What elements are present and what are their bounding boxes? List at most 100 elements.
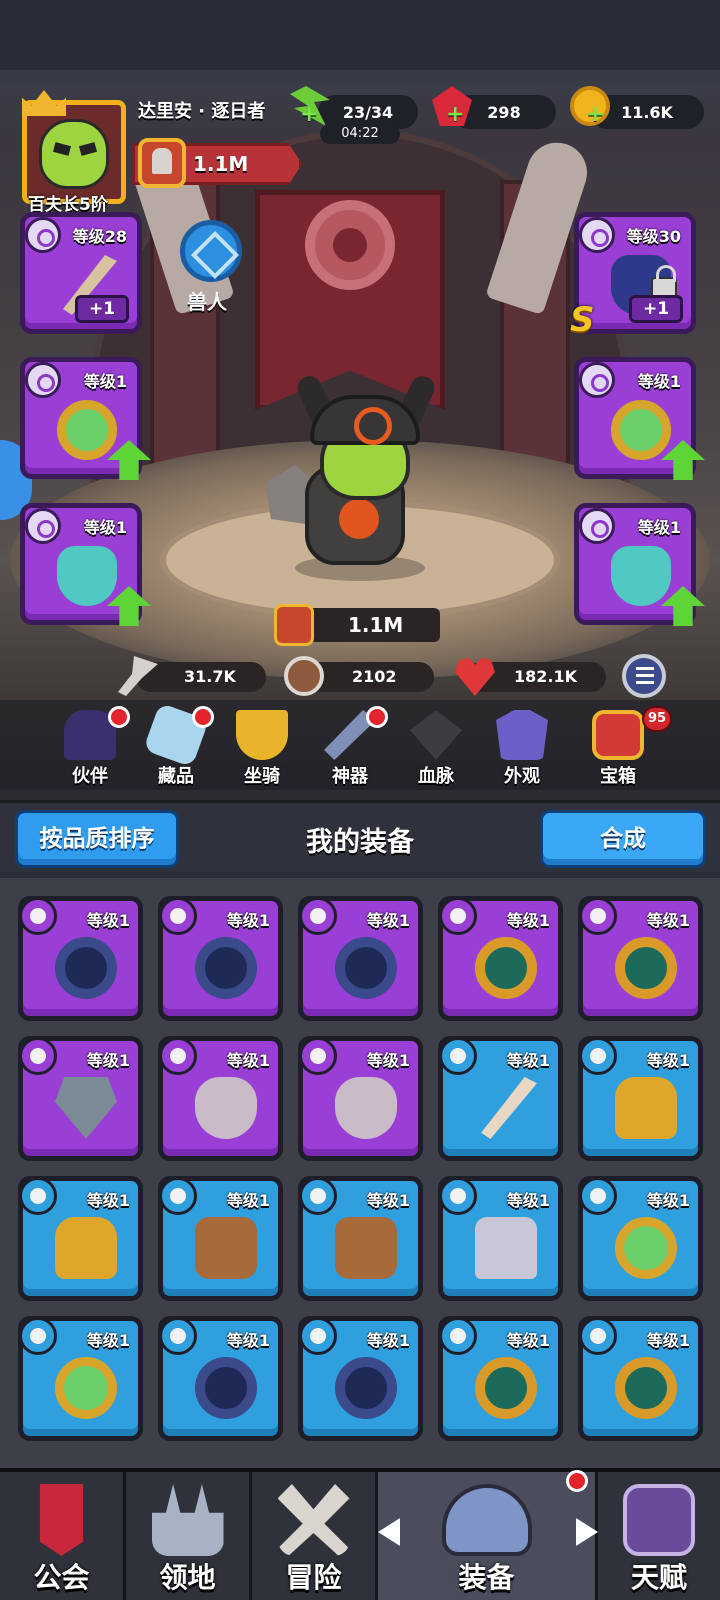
card-level: 等级1 (366, 1331, 410, 1350)
tab-equipment[interactable]: 装备 (378, 1472, 598, 1600)
tab-guild[interactable]: 公会 (0, 1472, 126, 1600)
equipment-card[interactable]: 等级1 (158, 1176, 283, 1301)
equipment-card[interactable]: 等级1 (158, 1036, 283, 1161)
inventory-grid-area[interactable]: 等级1 等级1 等级1 等级1 等级1 等级1 等级1 等级1 等级1 等级1 等级1 等级1 等级1 等… (0, 878, 720, 1468)
equip-slot-ring-2[interactable]: 等级1 (574, 357, 705, 480)
ring-icon (299, 1317, 337, 1355)
equipment-card[interactable]: 等级1 (298, 1176, 423, 1301)
add-gold-icon[interactable]: + (586, 104, 604, 126)
equipment-card[interactable]: 等级1 (18, 1176, 143, 1301)
s-grade-badge: S (570, 300, 595, 340)
status-bar (0, 0, 720, 70)
notification-dot (108, 706, 130, 728)
card-level: 等级1 (226, 1191, 270, 1210)
orc-race-icon[interactable] (180, 220, 242, 282)
feature-label: 神器 (332, 766, 368, 787)
enhance-tag: +1 (629, 295, 683, 323)
card-level: 等级1 (646, 911, 690, 930)
feature-mount[interactable]: 坐骑 (226, 710, 298, 790)
ring-item-icon (195, 937, 257, 999)
craft-button[interactable]: 合成 (540, 810, 706, 868)
ring-icon (19, 897, 57, 935)
equipment-card[interactable]: 等级1 (578, 896, 703, 1021)
weapon-icon (25, 217, 61, 253)
card-level: 等级1 (506, 911, 550, 930)
card-level: 等级1 (366, 1051, 410, 1070)
equip-slot-ring[interactable]: 等级1 (20, 357, 151, 480)
tab-label: 天赋 (630, 1561, 687, 1594)
tab-territory[interactable]: 领地 (126, 1472, 252, 1600)
ring-icon (579, 1177, 617, 1215)
card-level: 等级1 (226, 1331, 270, 1350)
shield-icon (284, 656, 324, 696)
slot-level: 等级30 (626, 227, 681, 246)
ring-icon (159, 897, 197, 935)
add-gems-icon[interactable]: + (446, 104, 464, 126)
appearance-icon (496, 710, 548, 760)
armor-item-icon (475, 1217, 537, 1279)
equip-slot-amulet-2[interactable]: 等级1 (574, 503, 705, 626)
feature-label: 伙伴 (72, 766, 108, 787)
equipment-card[interactable]: 等级1 (158, 1316, 283, 1441)
card-level: 等级1 (646, 1331, 690, 1350)
equipment-card[interactable]: 等级1 (18, 1036, 143, 1161)
equipment-card[interactable]: 等级1 (578, 1176, 703, 1301)
adventure-icon (277, 1484, 350, 1556)
slot-level: 等级1 (637, 372, 681, 391)
equipment-card[interactable]: 等级1 (438, 896, 563, 1021)
armor-item-icon (335, 1217, 397, 1279)
tab-label: 冒险 (285, 1561, 342, 1594)
equipment-card[interactable]: 等级1 (298, 1036, 423, 1161)
slot-level: 等级1 (637, 518, 681, 537)
energy-timer: 04:22 (320, 124, 400, 144)
equipment-card[interactable]: 等级1 (578, 1316, 703, 1441)
equipment-card[interactable]: 等级1 (298, 896, 423, 1021)
equipment-card[interactable]: 等级1 (18, 1316, 143, 1441)
hero-character[interactable] (255, 372, 455, 585)
tab-adventure[interactable]: 冒险 (252, 1472, 378, 1600)
attack-stat: 31.7K (136, 662, 266, 692)
equipment-card[interactable]: 等级1 (438, 1176, 563, 1301)
ring-item-icon (55, 1357, 117, 1419)
gems-value: 298 (487, 102, 521, 122)
orc-face-icon (39, 119, 109, 189)
feature-bloodline[interactable]: 血脉 (400, 710, 472, 790)
tab-label: 公会 (33, 1561, 90, 1594)
equipment-card[interactable]: 等级1 (298, 1316, 423, 1441)
feature-label: 宝箱 (600, 766, 636, 787)
tab-talent[interactable]: 天赋 (598, 1472, 720, 1600)
feature-label: 外观 (504, 766, 540, 787)
add-energy-icon[interactable]: + (300, 104, 318, 126)
equipment-card[interactable]: 等级1 (578, 1036, 703, 1161)
ring-icon (25, 362, 61, 398)
feature-label: 坐骑 (244, 766, 280, 787)
notification-dot (566, 1470, 588, 1492)
card-level: 等级1 (646, 1051, 690, 1070)
equip-slot-weapon[interactable]: 等级28 +1 (20, 212, 142, 334)
weapon-icon (439, 1037, 477, 1075)
card-level: 等级1 (506, 1051, 550, 1070)
ring-item-icon (615, 1217, 677, 1279)
stats-detail-button[interactable] (622, 654, 666, 698)
teal-mask-icon (57, 546, 117, 606)
feature-appearance[interactable]: 外观 (486, 710, 558, 790)
equip-slot-amulet[interactable]: 等级1 (20, 503, 151, 626)
card-level: 等级1 (86, 911, 130, 930)
equipment-card[interactable]: 等级1 (18, 896, 143, 1021)
ring-icon (299, 897, 337, 935)
ring-icon (439, 1317, 477, 1355)
equipment-card[interactable]: 等级1 (158, 896, 283, 1021)
card-level: 等级1 (366, 1191, 410, 1210)
sort-by-quality-button[interactable]: 按品质排序 (15, 810, 179, 868)
equipment-card[interactable]: 等级1 (438, 1316, 563, 1441)
armor-icon (579, 1037, 617, 1075)
ring-icon (159, 1317, 197, 1355)
equipment-card[interactable]: 等级1 (438, 1036, 563, 1161)
card-level: 等级1 (86, 1051, 130, 1070)
ring-item-icon (55, 937, 117, 999)
amulet-item-icon (55, 1077, 117, 1139)
card-level: 等级1 (506, 1191, 550, 1210)
territory-icon (151, 1484, 224, 1556)
armor-item-icon (195, 1217, 257, 1279)
weapon-item-icon (481, 1077, 537, 1139)
